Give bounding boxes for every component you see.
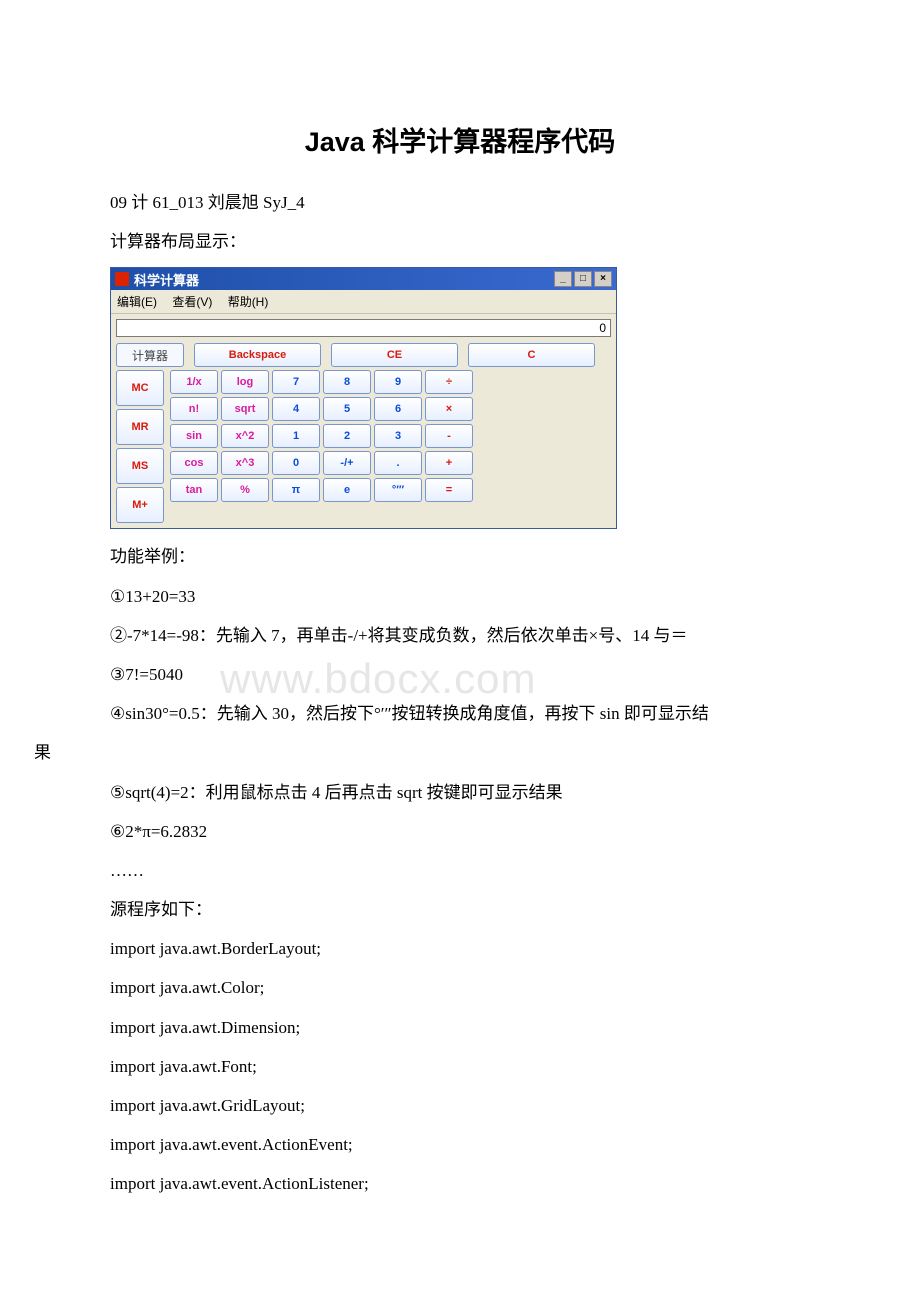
num-2[interactable]: 2 xyxy=(323,424,371,448)
fn-reciprocal[interactable]: 1/x xyxy=(170,370,218,394)
num-7[interactable]: 7 xyxy=(272,370,320,394)
num-1[interactable]: 1 xyxy=(272,424,320,448)
page-title: Java 科学计算器程序代码 xyxy=(110,120,810,159)
close-button[interactable]: × xyxy=(594,271,612,287)
num-dms[interactable]: °′″ xyxy=(374,478,422,502)
c-button[interactable]: C xyxy=(468,343,595,367)
fn-cube[interactable]: x^3 xyxy=(221,451,269,475)
fn-log[interactable]: log xyxy=(221,370,269,394)
mr-button[interactable]: MR xyxy=(116,409,164,445)
num-5[interactable]: 5 xyxy=(323,397,371,421)
example-2: ②-7*14=-98：先输入 7，再单击-/+将其变成负数，然后依次单击×号、1… xyxy=(110,622,810,649)
example-4b: 果 xyxy=(34,739,810,766)
code-line: import java.awt.Dimension; xyxy=(110,1014,810,1041)
num-8[interactable]: 8 xyxy=(323,370,371,394)
code-line: import java.awt.event.ActionListener; xyxy=(110,1170,810,1197)
op-equals[interactable]: = xyxy=(425,478,473,502)
app-icon xyxy=(115,272,129,286)
fn-sq[interactable]: x^2 xyxy=(221,424,269,448)
menu-edit[interactable]: 编辑(E) xyxy=(117,295,157,309)
minimize-button[interactable]: _ xyxy=(554,271,572,287)
op-divide[interactable]: ÷ xyxy=(425,370,473,394)
fn-percent[interactable]: % xyxy=(221,478,269,502)
fn-factorial[interactable]: n! xyxy=(170,397,218,421)
mc-button[interactable]: MC xyxy=(116,370,164,406)
code-line: import java.awt.event.ActionEvent; xyxy=(110,1131,810,1158)
num-pi[interactable]: π xyxy=(272,478,320,502)
num-9[interactable]: 9 xyxy=(374,370,422,394)
op-multiply[interactable]: × xyxy=(425,397,473,421)
num-3[interactable]: 3 xyxy=(374,424,422,448)
code-line: import java.awt.GridLayout; xyxy=(110,1092,810,1119)
examples-label: 功能举例： xyxy=(110,543,810,570)
fn-cos[interactable]: cos xyxy=(170,451,218,475)
code-line: import java.awt.Color; xyxy=(110,974,810,1001)
calculator-window: 科学计算器 _ □ × 编辑(E) 查看(V) 帮助(H) 0 计算器 Back… xyxy=(110,267,617,529)
example-5: ⑤sqrt(4)=2：利用鼠标点击 4 后再点击 sqrt 按键即可显示结果 xyxy=(110,779,810,806)
ms-button[interactable]: MS xyxy=(116,448,164,484)
example-4a: ④sin30°=0.5：先输入 30，然后按下°′″按钮转换成角度值，再按下 s… xyxy=(110,700,810,727)
num-4[interactable]: 4 xyxy=(272,397,320,421)
code-line: import java.awt.BorderLayout; xyxy=(110,935,810,962)
example-1: ①13+20=33 xyxy=(110,583,810,610)
example-6: ⑥2*π=6.2832 xyxy=(110,818,810,845)
num-sign[interactable]: -/+ xyxy=(323,451,371,475)
ce-button[interactable]: CE xyxy=(331,343,458,367)
example-3: ③7!=5040 xyxy=(110,661,810,688)
calc-display: 0 xyxy=(116,319,611,337)
code-line: import java.awt.Font; xyxy=(110,1053,810,1080)
menubar: 编辑(E) 查看(V) 帮助(H) xyxy=(111,290,616,314)
menu-view[interactable]: 查看(V) xyxy=(172,295,212,309)
num-dot[interactable]: . xyxy=(374,451,422,475)
menu-help[interactable]: 帮助(H) xyxy=(228,295,269,309)
op-minus[interactable]: - xyxy=(425,424,473,448)
num-e[interactable]: e xyxy=(323,478,371,502)
num-6[interactable]: 6 xyxy=(374,397,422,421)
calc-label: 计算器 xyxy=(116,343,184,367)
window-title: 科学计算器 xyxy=(134,270,199,289)
fn-tan[interactable]: tan xyxy=(170,478,218,502)
window-titlebar: 科学计算器 _ □ × xyxy=(111,268,616,290)
fn-sin[interactable]: sin xyxy=(170,424,218,448)
fn-sqrt[interactable]: sqrt xyxy=(221,397,269,421)
subtitle-line: 09 计 61_013 刘晨旭 SyJ_4 xyxy=(110,189,810,216)
layout-label: 计算器布局显示： xyxy=(110,228,810,255)
mplus-button[interactable]: M+ xyxy=(116,487,164,523)
maximize-button[interactable]: □ xyxy=(574,271,592,287)
source-label: 源程序如下： xyxy=(110,896,810,923)
backspace-button[interactable]: Backspace xyxy=(194,343,321,367)
op-plus[interactable]: + xyxy=(425,451,473,475)
ellipsis: …… xyxy=(110,857,810,884)
num-0[interactable]: 0 xyxy=(272,451,320,475)
